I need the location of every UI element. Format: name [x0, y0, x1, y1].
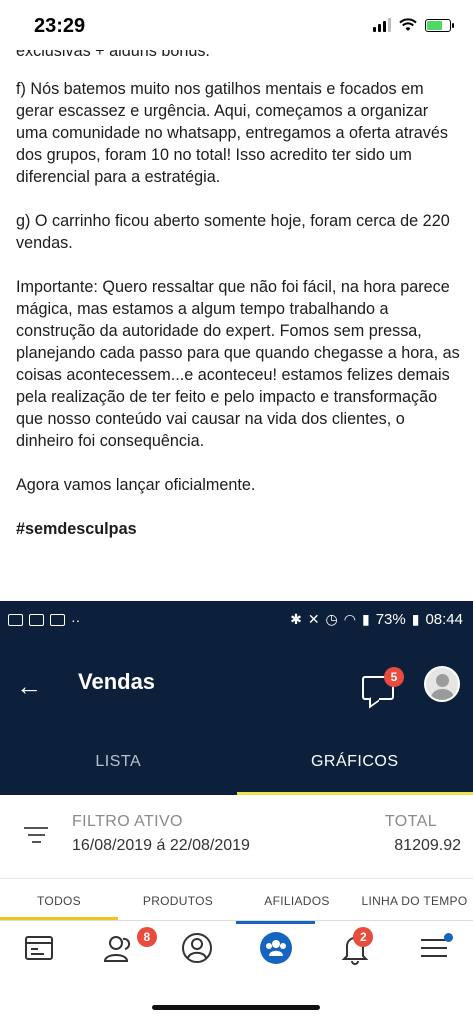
home-indicator[interactable] — [152, 1005, 320, 1010]
android-status-bar: ·· ✱ ✕ ◷ ◠ ▮ 73% ▮ 08:44 — [0, 601, 473, 638]
ios-clock: 23:29 — [34, 15, 86, 37]
filter-summary: FILTRO ATIVO 16/08/2019 á 22/08/2019 TOT… — [0, 795, 473, 879]
tab-graficos[interactable]: GRÁFICOS — [236, 733, 473, 795]
filter-date-range: 16/08/2019 á 22/08/2019 — [72, 837, 250, 854]
back-arrow-icon[interactable]: ← — [16, 671, 42, 702]
nav-sales[interactable] — [0, 921, 79, 991]
ios-status-icons — [373, 18, 454, 32]
signal-icon: ▮ — [361, 611, 370, 627]
notification-icons: ·· — [8, 612, 80, 628]
nav-community[interactable] — [236, 921, 316, 991]
message-body: exclusivas + alguns bônus. f) Nós batemo… — [16, 42, 461, 540]
sales-icon — [25, 936, 54, 960]
subtab-linha-do-tempo[interactable]: LINHA DO TEMPO — [356, 879, 473, 920]
subtab-afiliados[interactable]: AFILIADOS — [238, 879, 356, 920]
voicemail-icon — [50, 613, 65, 626]
sub-tabs: TODOS PRODUTOS AFILIADOS LINHA DO TEMPO — [0, 879, 473, 921]
nav-users[interactable]: 8 — [79, 921, 158, 991]
bluetooth-icon: ✱ — [290, 611, 302, 627]
filter-icon[interactable] — [24, 827, 48, 848]
main-tabs: LISTA GRÁFICOS — [0, 733, 473, 795]
nav-notifications[interactable]: 2 — [315, 921, 394, 991]
embedded-app-screenshot: ·· ✱ ✕ ◷ ◠ ▮ 73% ▮ 08:44 ← Vendas 5 LIST… — [0, 601, 473, 991]
page-title: Vendas — [78, 669, 156, 694]
menu-dot-indicator — [443, 933, 453, 942]
wifi-icon — [399, 18, 417, 31]
users-badge: 8 — [136, 927, 157, 947]
filter-label: FILTRO ATIVO — [72, 813, 183, 830]
wifi-icon: ◠ — [343, 611, 356, 627]
bottom-navigation: 8 2 — [0, 921, 473, 991]
tab-lista[interactable]: LISTA — [0, 733, 237, 795]
mute-icon: ✕ — [307, 611, 320, 627]
community-icon — [259, 932, 292, 964]
message-paragraph: f) Nós batemos muito nos gatilhos mentai… — [16, 80, 448, 186]
battery-icon — [425, 18, 454, 32]
chart-icon — [29, 613, 44, 626]
chat-badge: 5 — [384, 667, 404, 687]
more-dots-icon: ·· — [71, 611, 81, 628]
nav-menu[interactable] — [394, 921, 473, 991]
alarm-icon: ◷ — [325, 611, 338, 627]
system-icons: ✱ ✕ ◷ ◠ ▮ 73% ▮ 08:44 — [290, 611, 463, 628]
android-clock: 08:44 — [425, 611, 463, 628]
message-paragraph: Agora vamos lançar oficialmente. — [16, 476, 256, 494]
message-paragraph: g) O carrinho ficou aberto somente hoje,… — [16, 212, 450, 252]
battery-icon: ▮ — [411, 611, 420, 627]
app-bar: ← Vendas 5 — [0, 638, 473, 733]
avatar[interactable] — [424, 666, 460, 702]
battery-percent: 73% — [375, 611, 406, 628]
cellular-signal-icon — [373, 18, 391, 32]
subtab-produtos[interactable]: PRODUTOS — [118, 879, 238, 920]
total-value: 81209.92 — [394, 837, 461, 854]
profile-icon — [182, 933, 213, 963]
total-label: TOTAL — [384, 813, 437, 830]
nav-profile[interactable] — [158, 921, 237, 991]
users-icon — [104, 936, 131, 962]
message-hashtag[interactable]: #semdesculpas — [16, 518, 461, 540]
subtab-todos[interactable]: TODOS — [0, 879, 118, 920]
image-icon — [8, 613, 23, 626]
message-paragraph: Importante: Quero ressaltar que não foi … — [16, 278, 460, 450]
ios-status-bar: 23:29 — [0, 0, 473, 50]
